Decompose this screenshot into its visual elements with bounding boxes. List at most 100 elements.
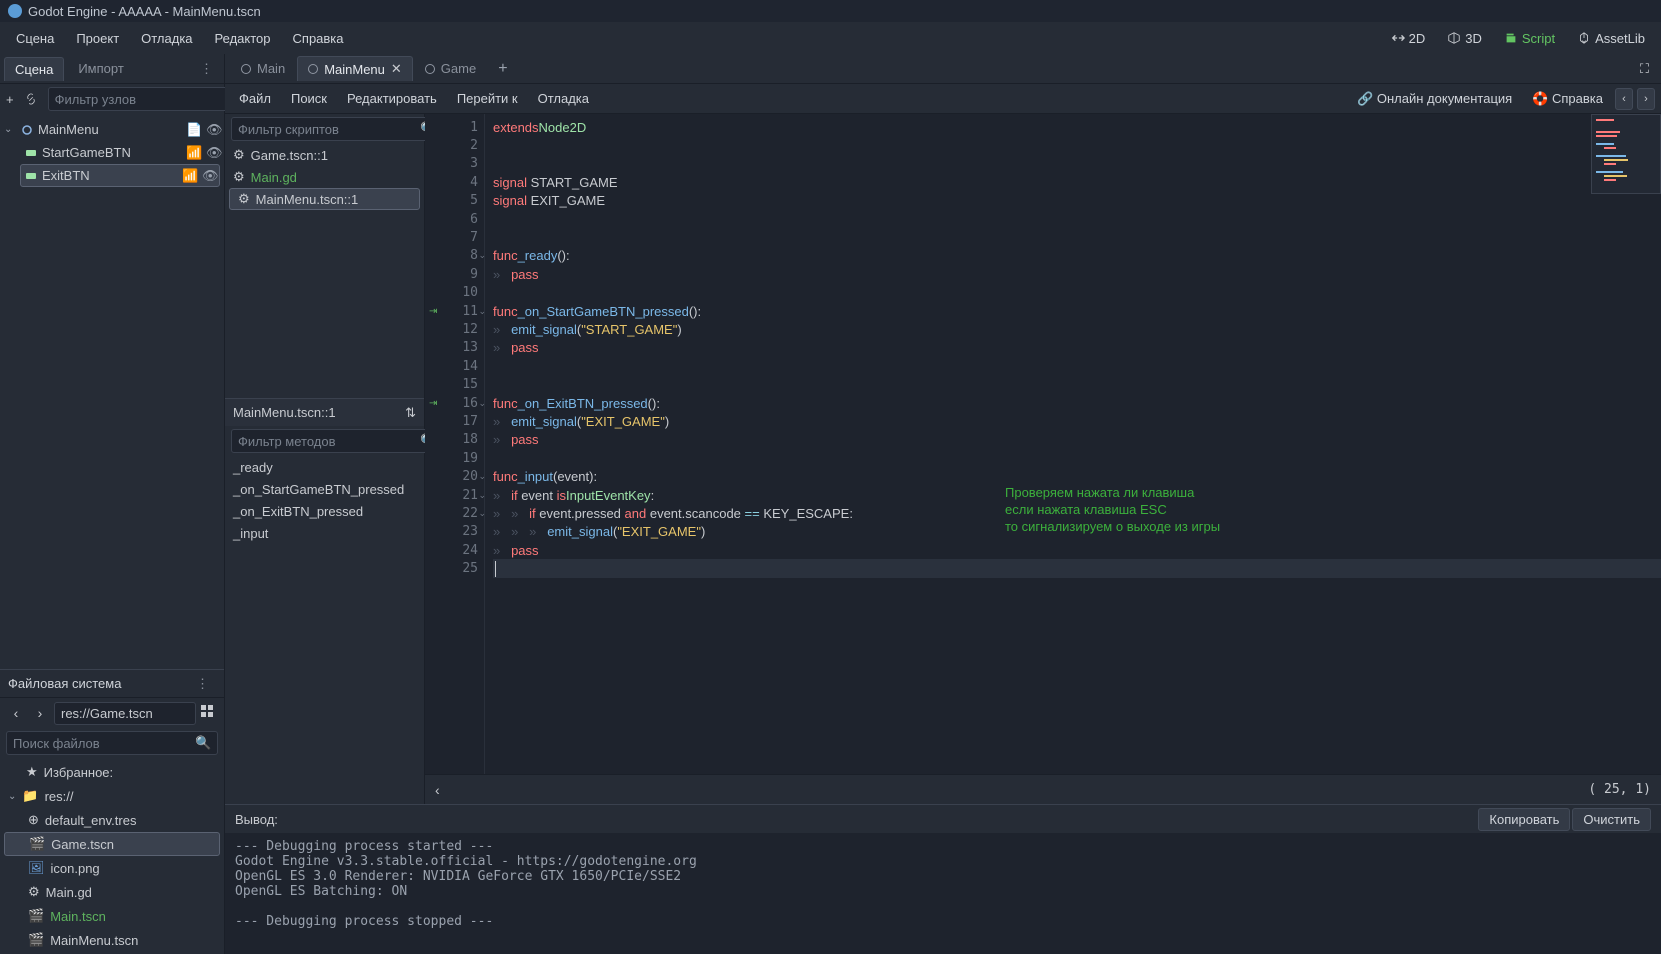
title-bar: Godot Engine - AAAAA - MainMenu.tscn	[0, 0, 1661, 22]
mode-script[interactable]: Script	[1496, 27, 1563, 50]
fs-search-input[interactable]	[13, 736, 189, 751]
panel-options-icon[interactable]: ⋮	[190, 676, 216, 692]
method-filter[interactable]: 🔍	[231, 429, 443, 453]
signal-icon[interactable]: 📶	[186, 145, 200, 161]
menu-help[interactable]: Справка	[285, 27, 352, 50]
button-icon	[24, 146, 38, 160]
help-icon: 🛟	[1532, 91, 1548, 106]
method-item[interactable]: _input	[225, 522, 424, 544]
script-filter-input[interactable]	[238, 122, 414, 137]
fs-file[interactable]: 🎬MainMenu.tscn	[0, 928, 224, 952]
godot-logo-icon	[8, 4, 22, 18]
sort-icon[interactable]: ⇅	[405, 405, 416, 421]
nav-back-icon[interactable]: ‹	[6, 705, 26, 721]
window-title: Godot Engine - AAAAA - MainMenu.tscn	[28, 4, 261, 19]
menu-debug[interactable]: Отладка	[133, 27, 200, 50]
scene-icon: 🎬	[29, 836, 45, 852]
code-statusbar: ‹ ( 25, 1)	[425, 774, 1661, 804]
node-mainmenu[interactable]: ⌄ MainMenu 📄👁	[0, 118, 224, 141]
fs-file[interactable]: ⊕default_env.tres	[0, 808, 224, 832]
help-link[interactable]: 🛟 Справка	[1524, 87, 1611, 111]
node-exitbtn[interactable]: ExitBTN 📶👁	[20, 164, 220, 187]
fs-favorites[interactable]: ★Избранное:	[0, 760, 224, 784]
signal-icon[interactable]: 📶	[182, 168, 196, 184]
script-filter[interactable]: 🔍	[231, 117, 443, 141]
script-item[interactable]: ⚙MainMenu.tscn::1	[229, 188, 420, 210]
nav-forward-icon[interactable]: ›	[30, 705, 50, 721]
mode-3d[interactable]: 3D	[1439, 27, 1490, 50]
fs-file[interactable]: 🎬Game.tscn	[4, 832, 220, 856]
menu-project[interactable]: Проект	[68, 27, 127, 50]
gear-icon: ⚙	[238, 191, 250, 207]
tab-mainmenu[interactable]: MainMenu✕	[297, 56, 413, 81]
fullscreen-icon[interactable]: ⛶	[1634, 61, 1655, 77]
add-node-icon[interactable]: +	[6, 90, 14, 108]
code-editor[interactable]: 12345678⌄91011⌄⇥1213141516⌄⇥17181920⌄21⌄…	[425, 114, 1661, 804]
gear-icon: ⚙	[233, 147, 245, 163]
script-menu-edit[interactable]: Редактировать	[339, 87, 445, 110]
method-filter-input[interactable]	[238, 434, 414, 449]
back-icon[interactable]: ‹	[435, 782, 440, 798]
visibility-icon[interactable]: 👁	[202, 168, 216, 184]
scene-tabs: Main MainMenu✕ Game + ⛶	[225, 54, 1661, 84]
clear-button[interactable]: Очистить	[1572, 808, 1651, 831]
close-icon[interactable]: ✕	[391, 61, 402, 77]
method-item[interactable]: _on_StartGameBTN_pressed	[225, 478, 424, 500]
script-item[interactable]: ⚙Game.tscn::1	[225, 144, 424, 166]
visibility-icon[interactable]: 👁	[206, 145, 220, 161]
panel-options-icon[interactable]: ⋮	[194, 61, 220, 77]
nav-forward-icon[interactable]: ›	[1637, 88, 1655, 110]
code-annotation: Проверяем нажата ли клавиша если нажата …	[1005, 484, 1220, 535]
method-item[interactable]: _ready	[225, 456, 424, 478]
fs-file[interactable]: 🎬Main.tscn	[0, 904, 224, 928]
visibility-icon[interactable]: 👁	[206, 122, 220, 138]
star-icon: ★	[26, 764, 38, 780]
new-tab-icon[interactable]: +	[488, 60, 517, 78]
copy-button[interactable]: Копировать	[1478, 808, 1570, 831]
output-content[interactable]: --- Debugging process started --- Godot …	[225, 833, 1661, 954]
link-icon: 🔗	[1357, 91, 1373, 106]
scene-filter-input[interactable]	[55, 92, 231, 107]
node2d-icon	[425, 64, 435, 74]
node2d-icon	[20, 123, 34, 137]
mode-assetlib[interactable]: AssetLib	[1569, 27, 1653, 50]
fs-search[interactable]: 🔍	[6, 731, 218, 755]
nav-back-icon[interactable]: ‹	[1615, 88, 1633, 110]
menu-scene[interactable]: Сцена	[8, 27, 62, 50]
output-panel: Вывод: Копировать Очистить --- Debugging…	[225, 804, 1661, 954]
scene-icon: 🎬	[28, 908, 44, 924]
gear-icon: ⚙	[28, 884, 40, 900]
cursor-position: ( 25, 1)	[1588, 782, 1651, 797]
script-item[interactable]: ⚙Main.gd	[225, 166, 424, 188]
script-menu-search[interactable]: Поиск	[283, 87, 335, 110]
fs-file[interactable]: ⚙Main.gd	[0, 880, 224, 904]
script-icon[interactable]: 📄	[186, 122, 200, 138]
fs-path[interactable]: res://Game.tscn	[54, 702, 196, 725]
script-menu-file[interactable]: Файл	[231, 87, 279, 110]
link-icon[interactable]	[24, 90, 38, 108]
tab-scene[interactable]: Сцена	[4, 57, 64, 81]
minimap[interactable]	[1591, 114, 1661, 194]
script-menu-debug[interactable]: Отладка	[530, 87, 597, 110]
gear-icon: ⚙	[233, 169, 245, 185]
tab-main[interactable]: Main	[231, 57, 295, 80]
view-grid-icon[interactable]	[200, 704, 218, 722]
script-menubar: Файл Поиск Редактировать Перейти к Отлад…	[225, 84, 1661, 114]
menu-editor[interactable]: Редактор	[207, 27, 279, 50]
line-gutter: 12345678⌄91011⌄⇥1213141516⌄⇥17181920⌄21⌄…	[425, 114, 485, 774]
main-menubar: Сцена Проект Отладка Редактор Справка 2D…	[0, 22, 1661, 54]
tab-game[interactable]: Game	[415, 57, 486, 80]
fs-file[interactable]: 🖼icon.png	[0, 856, 224, 880]
method-item[interactable]: _on_ExitBTN_pressed	[225, 500, 424, 522]
script-menu-goto[interactable]: Перейти к	[449, 87, 526, 110]
fs-root[interactable]: ⌄📁res://	[0, 784, 224, 808]
code-content[interactable]: extends Node2Dsignal START_GAMEsignal EX…	[485, 114, 1661, 774]
search-icon: 🔍	[195, 735, 211, 751]
node-startgamebtn[interactable]: StartGameBTN 📶👁	[0, 141, 224, 164]
filesystem-header: Файловая система ⋮	[0, 670, 224, 698]
button-icon	[24, 169, 38, 183]
online-docs-link[interactable]: 🔗 Онлайн документация	[1349, 87, 1520, 111]
mode-2d[interactable]: 2D	[1383, 27, 1434, 50]
tab-import[interactable]: Импорт	[68, 57, 133, 80]
node2d-icon	[241, 64, 251, 74]
